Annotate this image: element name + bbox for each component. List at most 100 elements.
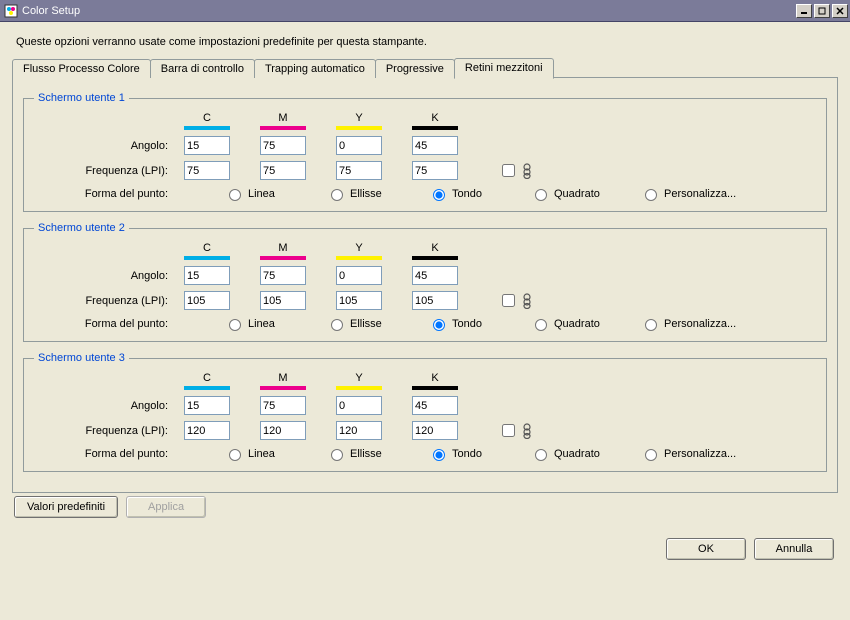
cancel-button[interactable]: Annulla [754, 538, 834, 560]
screen-group-title: Schermo utente 1 [34, 92, 129, 104]
frequency-input-c[interactable] [184, 291, 230, 310]
window-title: Color Setup [22, 5, 80, 17]
angle-input-k[interactable] [412, 396, 458, 415]
frequency-input-m[interactable] [260, 291, 306, 310]
dotshape-option-round[interactable]: Tondo [428, 316, 500, 331]
dotshape-radio-custom[interactable] [645, 189, 657, 201]
angle-input-y[interactable] [336, 266, 382, 285]
frequency-label: Frequenza (LPI): [34, 165, 174, 177]
dotshape-option-custom[interactable]: Personalizza... [640, 446, 760, 461]
dotshape-label: Forma del punto: [34, 448, 174, 460]
dotshape-radio-label: Linea [248, 188, 275, 200]
angle-input-k[interactable] [412, 266, 458, 285]
dotshape-radio-round[interactable] [433, 319, 445, 331]
column-header-k: K [412, 372, 458, 384]
tab-trapping-automatico[interactable]: Trapping automatico [254, 59, 376, 78]
column-header-m: M [260, 372, 306, 384]
link-frequency-checkbox[interactable] [502, 164, 515, 177]
dotshape-option-round[interactable]: Tondo [428, 186, 500, 201]
dotshape-option-custom[interactable]: Personalizza... [640, 186, 760, 201]
angle-input-m[interactable] [260, 266, 306, 285]
color-bar-c [184, 256, 230, 260]
frequency-input-c[interactable] [184, 421, 230, 440]
dotshape-radio-label: Ellisse [350, 448, 382, 460]
dotshape-radio-custom[interactable] [645, 449, 657, 461]
apply-button[interactable]: Applica [126, 496, 206, 518]
dotshape-option-square[interactable]: Quadrato [530, 446, 610, 461]
dotshape-radio-line[interactable] [229, 319, 241, 331]
frequency-input-y[interactable] [336, 161, 382, 180]
dotshape-option-round[interactable]: Tondo [428, 446, 500, 461]
frequency-input-m[interactable] [260, 161, 306, 180]
dotshape-option-line[interactable]: Linea [224, 316, 296, 331]
angle-input-y[interactable] [336, 396, 382, 415]
screen-group-1: Schermo utente 1CMYKAngolo:Frequenza (LP… [23, 92, 827, 212]
dotshape-radio-line[interactable] [229, 449, 241, 461]
minimize-button[interactable] [796, 4, 812, 18]
screen-group-3: Schermo utente 3CMYKAngolo:Frequenza (LP… [23, 352, 827, 472]
ok-button[interactable]: OK [666, 538, 746, 560]
angle-input-c[interactable] [184, 396, 230, 415]
dotshape-radio-line[interactable] [229, 189, 241, 201]
tab-barra-di-controllo[interactable]: Barra di controllo [150, 59, 255, 78]
angle-input-m[interactable] [260, 396, 306, 415]
dotshape-radio-label: Personalizza... [664, 318, 736, 330]
dotshape-option-custom[interactable]: Personalizza... [640, 316, 760, 331]
dotshape-radio-round[interactable] [433, 189, 445, 201]
frequency-input-m[interactable] [260, 421, 306, 440]
dotshape-option-ellipse[interactable]: Ellisse [326, 316, 398, 331]
dotshape-option-square[interactable]: Quadrato [530, 316, 610, 331]
column-header-m: M [260, 112, 306, 124]
angle-input-c[interactable] [184, 136, 230, 155]
frequency-input-k[interactable] [412, 161, 458, 180]
color-bar-m [260, 256, 306, 260]
dotshape-radio-label: Tondo [452, 318, 482, 330]
column-header-y: Y [336, 112, 382, 124]
frequency-input-c[interactable] [184, 161, 230, 180]
close-button[interactable] [832, 4, 848, 18]
color-bar-k [412, 386, 458, 390]
angle-input-m[interactable] [260, 136, 306, 155]
column-header-k: K [412, 112, 458, 124]
frequency-input-y[interactable] [336, 421, 382, 440]
angle-input-y[interactable] [336, 136, 382, 155]
dotshape-radio-square[interactable] [535, 189, 547, 201]
color-bar-c [184, 386, 230, 390]
dotshape-radio-label: Tondo [452, 448, 482, 460]
tab-flusso-processo-colore[interactable]: Flusso Processo Colore [12, 59, 151, 78]
tab-panel: Schermo utente 1CMYKAngolo:Frequenza (LP… [12, 77, 838, 493]
link-frequency-checkbox[interactable] [502, 294, 515, 307]
dotshape-option-ellipse[interactable]: Ellisse [326, 186, 398, 201]
frequency-input-k[interactable] [412, 421, 458, 440]
screen-group-2: Schermo utente 2CMYKAngolo:Frequenza (LP… [23, 222, 827, 342]
dotshape-radio-ellipse[interactable] [331, 449, 343, 461]
defaults-button[interactable]: Valori predefiniti [14, 496, 118, 518]
dotshape-option-line[interactable]: Linea [224, 446, 296, 461]
color-bar-k [412, 256, 458, 260]
dotshape-radio-label: Linea [248, 318, 275, 330]
frequency-input-k[interactable] [412, 291, 458, 310]
column-header-c: C [184, 372, 230, 384]
dotshape-radio-label: Tondo [452, 188, 482, 200]
chain-icon [522, 293, 532, 309]
frequency-input-y[interactable] [336, 291, 382, 310]
dotshape-radio-ellipse[interactable] [331, 319, 343, 331]
tab-retini-mezzitoni[interactable]: Retini mezzitoni [454, 58, 554, 79]
maximize-button[interactable] [814, 4, 830, 18]
dotshape-option-ellipse[interactable]: Ellisse [326, 446, 398, 461]
tab-progressive[interactable]: Progressive [375, 59, 455, 78]
description-text: Queste opzioni verranno usate come impos… [16, 36, 838, 48]
dotshape-radio-ellipse[interactable] [331, 189, 343, 201]
color-bar-m [260, 126, 306, 130]
angle-input-k[interactable] [412, 136, 458, 155]
chain-icon [522, 163, 532, 179]
dotshape-radio-square[interactable] [535, 319, 547, 331]
dotshape-radio-custom[interactable] [645, 319, 657, 331]
link-frequency-checkbox[interactable] [502, 424, 515, 437]
dotshape-option-square[interactable]: Quadrato [530, 186, 610, 201]
dotshape-radio-round[interactable] [433, 449, 445, 461]
color-bar-y [336, 386, 382, 390]
angle-input-c[interactable] [184, 266, 230, 285]
dotshape-radio-square[interactable] [535, 449, 547, 461]
dotshape-option-line[interactable]: Linea [224, 186, 296, 201]
